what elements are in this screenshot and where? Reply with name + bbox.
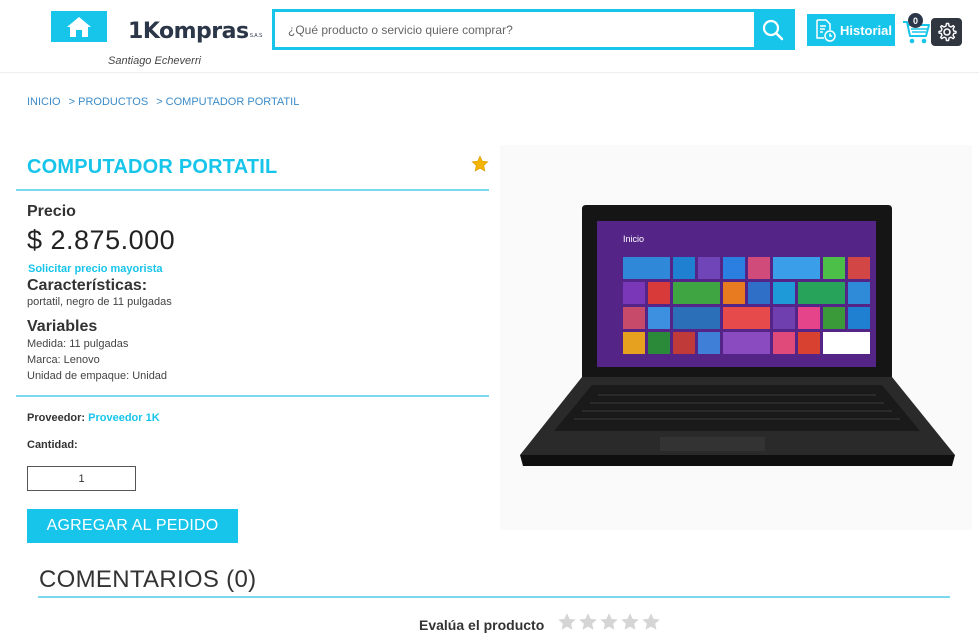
- provider-row: Proveedor: Proveedor 1K: [27, 412, 160, 424]
- product-title: COMPUTADOR PORTATIL: [27, 156, 278, 178]
- settings-button[interactable]: [931, 18, 962, 46]
- rate-product-label: Evalúa el producto: [419, 617, 545, 633]
- cart-count-badge: 0: [908, 13, 923, 28]
- user-name: Santiago Echeverri: [108, 55, 201, 67]
- home-icon: [67, 16, 91, 37]
- rating-star-icon[interactable]: [620, 612, 640, 632]
- provider-link[interactable]: Proveedor 1K: [88, 412, 160, 424]
- variable-marca: Marca: Lenovo: [27, 354, 100, 366]
- variable-unidad-empaque: Unidad de empaque: Unidad: [27, 370, 168, 382]
- characteristics-label: Características:: [27, 277, 148, 294]
- product-title-row: COMPUTADOR PORTATIL: [16, 150, 489, 191]
- section-divider: [16, 395, 489, 397]
- quantity-input[interactable]: [27, 466, 136, 491]
- historial-button[interactable]: Historial: [807, 14, 895, 46]
- search-icon: [762, 19, 784, 40]
- rating-star-icon[interactable]: [599, 612, 619, 632]
- top-header: 1Kompras S.A.S Santiago Echeverri Histor…: [0, 0, 979, 73]
- breadcrumb-computador-portatil[interactable]: > COMPUTADOR PORTATIL: [156, 96, 299, 108]
- breadcrumb: INICIO > PRODUCTOS > COMPUTADOR PORTATIL: [27, 96, 299, 108]
- price-value: $ 2.875.000: [27, 225, 176, 255]
- search-button[interactable]: [754, 12, 792, 47]
- wholesale-price-link[interactable]: Solicitar precio mayorista: [28, 263, 163, 275]
- search-bar: [272, 9, 795, 50]
- laptop-image: Inicio: [520, 205, 955, 466]
- comments-title: COMENTARIOS (0): [39, 566, 257, 593]
- rating-star-icon[interactable]: [578, 612, 598, 632]
- breadcrumb-inicio[interactable]: INICIO: [27, 96, 61, 108]
- historial-label: Historial: [840, 22, 893, 38]
- history-document-icon: [816, 19, 836, 42]
- variable-medida: Medida: 11 pulgadas: [27, 338, 129, 350]
- brand-logo[interactable]: 1Kompras S.A.S: [128, 14, 262, 44]
- quantity-label: Cantidad:: [27, 439, 78, 451]
- variables-label: Variables: [27, 318, 98, 335]
- rating-star-icon[interactable]: [641, 612, 661, 632]
- provider-label: Proveedor:: [27, 412, 86, 424]
- breadcrumb-productos[interactable]: > PRODUCTOS: [69, 96, 149, 108]
- rating-stars: [557, 612, 661, 632]
- price-label: Precio: [27, 203, 76, 220]
- search-input[interactable]: [275, 12, 754, 47]
- comments-divider: [38, 596, 950, 598]
- gear-icon: [937, 22, 957, 42]
- rating-star-icon[interactable]: [557, 612, 577, 632]
- product-image: Inicio: [500, 145, 972, 530]
- add-to-order-button[interactable]: AGREGAR AL PEDIDO: [27, 509, 238, 543]
- screen-start-text: Inicio: [623, 234, 644, 244]
- favorite-star-icon[interactable]: [471, 155, 489, 173]
- home-button[interactable]: [51, 11, 107, 42]
- characteristics-text: portatil, negro de 11 pulgadas: [27, 296, 172, 308]
